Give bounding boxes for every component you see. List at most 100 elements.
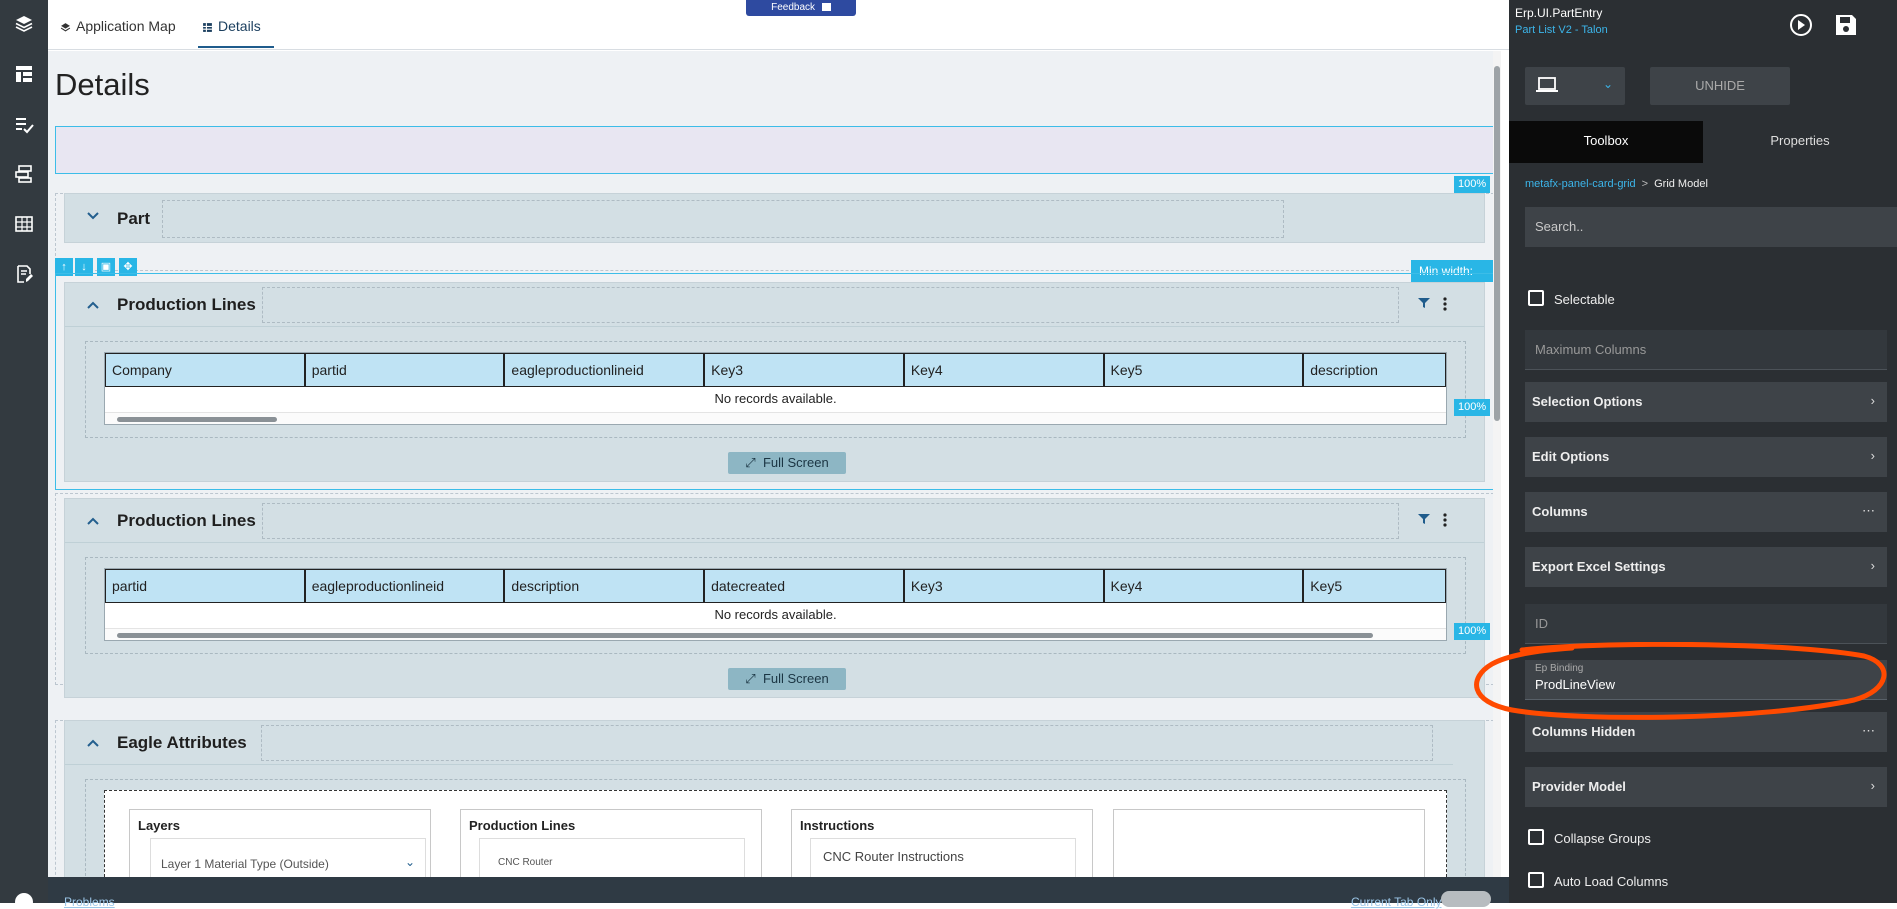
property-search-input[interactable]: Search.. <box>1525 207 1897 247</box>
instructions-card: Instructions CNC Router Instructions <box>791 809 1093 877</box>
more-options-icon[interactable] <box>1442 512 1448 528</box>
empty-card <box>1113 809 1425 877</box>
horizontal-scrollbar[interactable] <box>105 412 1446 424</box>
layers-icon[interactable] <box>12 12 36 36</box>
chevron-up-icon[interactable] <box>85 735 101 751</box>
scroll-thumb[interactable] <box>1494 66 1500 421</box>
data-flow-icon[interactable] <box>12 162 36 186</box>
provider-model-row[interactable]: Provider Model › <box>1525 767 1887 807</box>
panel-header: Eagle Attributes <box>65 721 1453 765</box>
tab-application-map[interactable]: Application Map <box>60 18 176 48</box>
select-value: Layer 1 Material Type (Outside) <box>161 857 329 871</box>
chevron-up-icon[interactable] <box>85 513 101 529</box>
chevron-right-icon: › <box>1870 778 1875 793</box>
chevron-up-icon[interactable] <box>85 297 101 313</box>
edit-document-icon[interactable] <box>12 262 36 286</box>
device-dropdown[interactable]: ⌄ <box>1525 67 1625 105</box>
data-grid[interactable]: Company partid eagleproductionlineid Key… <box>104 352 1447 425</box>
tab-toolbox[interactable]: Toolbox <box>1509 121 1703 163</box>
selectable-checkbox[interactable] <box>1528 290 1544 306</box>
checklist-icon[interactable] <box>12 112 36 136</box>
production-lines-panel-1[interactable]: Production Lines Company partid eaglepro… <box>64 282 1485 482</box>
properties-panel: Erp.UI.PartEntry Part List V2 - Talon ⌄ … <box>1509 0 1897 903</box>
chevron-down-icon[interactable] <box>85 208 101 224</box>
chevron-right-icon: › <box>1870 393 1875 408</box>
breadcrumb-link[interactable]: metafx-panel-card-grid <box>1525 178 1636 190</box>
vertical-scrollbar[interactable] <box>1493 51 1501 877</box>
id-field[interactable]: ID <box>1525 604 1887 644</box>
export-excel-settings-row[interactable]: Export Excel Settings › <box>1525 547 1887 587</box>
header-placeholder <box>262 503 1399 539</box>
problems-link[interactable]: Problems <box>64 895 115 909</box>
column-header[interactable]: Key4 <box>1103 569 1304 603</box>
column-header[interactable]: eagleproductionlineid <box>304 569 505 603</box>
feedback-button[interactable]: Feedback <box>746 0 856 16</box>
column-header[interactable]: partid <box>105 569 305 603</box>
panel-header: Production Lines <box>65 283 1484 327</box>
maximum-columns-field[interactable]: Maximum Columns <box>1525 330 1887 370</box>
full-screen-button[interactable]: ⤢ Full Screen <box>728 452 846 474</box>
unhide-button[interactable]: UNHIDE <box>1650 67 1790 105</box>
current-tab-toggle[interactable] <box>1441 891 1491 907</box>
row-label: Columns <box>1532 504 1588 519</box>
auto-load-columns-checkbox[interactable] <box>1528 872 1544 888</box>
ellipsis-icon: ⋯ <box>1862 503 1875 518</box>
column-header[interactable]: Key3 <box>903 569 1104 603</box>
current-tab-only-label: Current Tab Only <box>1351 895 1442 909</box>
row-label: Selection Options <box>1532 394 1643 409</box>
layout-icon[interactable] <box>12 62 36 86</box>
column-header[interactable]: Key4 <box>903 353 1104 387</box>
column-header[interactable]: description <box>504 569 705 603</box>
breadcrumb: metafx-panel-card-grid > Grid Model <box>1525 178 1708 190</box>
columns-row[interactable]: Columns ⋯ <box>1525 492 1887 532</box>
columns-hidden-row[interactable]: Columns Hidden ⋯ <box>1525 712 1887 752</box>
header-drop-zone[interactable] <box>55 126 1494 174</box>
ep-binding-field[interactable]: Ep Binding ProdLineView <box>1525 660 1887 700</box>
play-icon[interactable] <box>1788 12 1814 38</box>
laptop-icon <box>1536 77 1558 92</box>
no-records-message: No records available. <box>714 391 837 406</box>
tab-details[interactable]: Details <box>198 18 274 48</box>
table-icon[interactable] <box>12 212 36 236</box>
save-icon[interactable] <box>1833 12 1859 38</box>
data-grid[interactable]: partid eagleproductionlineid description… <box>104 568 1447 641</box>
scroll-thumb[interactable] <box>117 417 277 422</box>
column-header[interactable]: Company <box>105 353 305 387</box>
column-header[interactable]: partid <box>304 353 505 387</box>
horizontal-scrollbar[interactable] <box>105 628 1446 640</box>
production-lines-panel-2[interactable]: Production Lines partid eagleproductionl… <box>64 498 1485 698</box>
column-header[interactable]: Key5 <box>1103 353 1304 387</box>
tab-properties[interactable]: Properties <box>1703 121 1897 163</box>
full-screen-button[interactable]: ⤢ Full Screen <box>728 668 846 690</box>
column-header[interactable]: datecreated <box>704 569 904 603</box>
eagle-attributes-panel[interactable]: Eagle Attributes Layers Layer 1 Material… <box>64 720 1485 877</box>
layers-select[interactable]: Layer 1 Material Type (Outside) ⌄ <box>150 838 426 877</box>
help-icon[interactable] <box>12 892 36 907</box>
edit-options-row[interactable]: Edit Options › <box>1525 437 1887 477</box>
instruction-item[interactable]: CNC Router Instructions <box>810 838 1076 877</box>
production-line-item[interactable]: CNC Router <box>479 838 745 877</box>
layers-icon <box>60 23 71 32</box>
column-header[interactable]: Key5 <box>1303 569 1447 603</box>
scroll-thumb[interactable] <box>117 633 1373 638</box>
card-title: Instructions <box>800 818 875 833</box>
grid-container: partid eagleproductionlineid description… <box>85 557 1466 654</box>
app-subtitle[interactable]: Part List V2 - Talon <box>1515 24 1608 36</box>
header-placeholder <box>262 287 1399 323</box>
filter-icon[interactable] <box>1418 297 1430 309</box>
column-header[interactable]: eagleproductionlineid <box>504 353 705 387</box>
grid-header-row: Company partid eagleproductionlineid Key… <box>105 353 1447 387</box>
selection-options-row[interactable]: Selection Options › <box>1525 382 1887 422</box>
panel-tabs: Toolbox Properties <box>1509 121 1897 163</box>
part-panel[interactable]: Part <box>64 193 1485 243</box>
full-screen-label: Full Screen <box>762 455 829 470</box>
column-header[interactable]: description <box>1303 353 1447 387</box>
collapse-groups-checkbox[interactable] <box>1528 829 1544 845</box>
more-options-icon[interactable] <box>1442 296 1448 312</box>
left-nav-rail <box>0 0 48 907</box>
app-title: Erp.UI.PartEntry <box>1515 6 1603 20</box>
column-header[interactable]: Key3 <box>704 353 904 387</box>
filter-icon[interactable] <box>1418 513 1430 525</box>
width-badge: 100% <box>1454 399 1491 416</box>
full-screen-label: Full Screen <box>762 671 829 686</box>
